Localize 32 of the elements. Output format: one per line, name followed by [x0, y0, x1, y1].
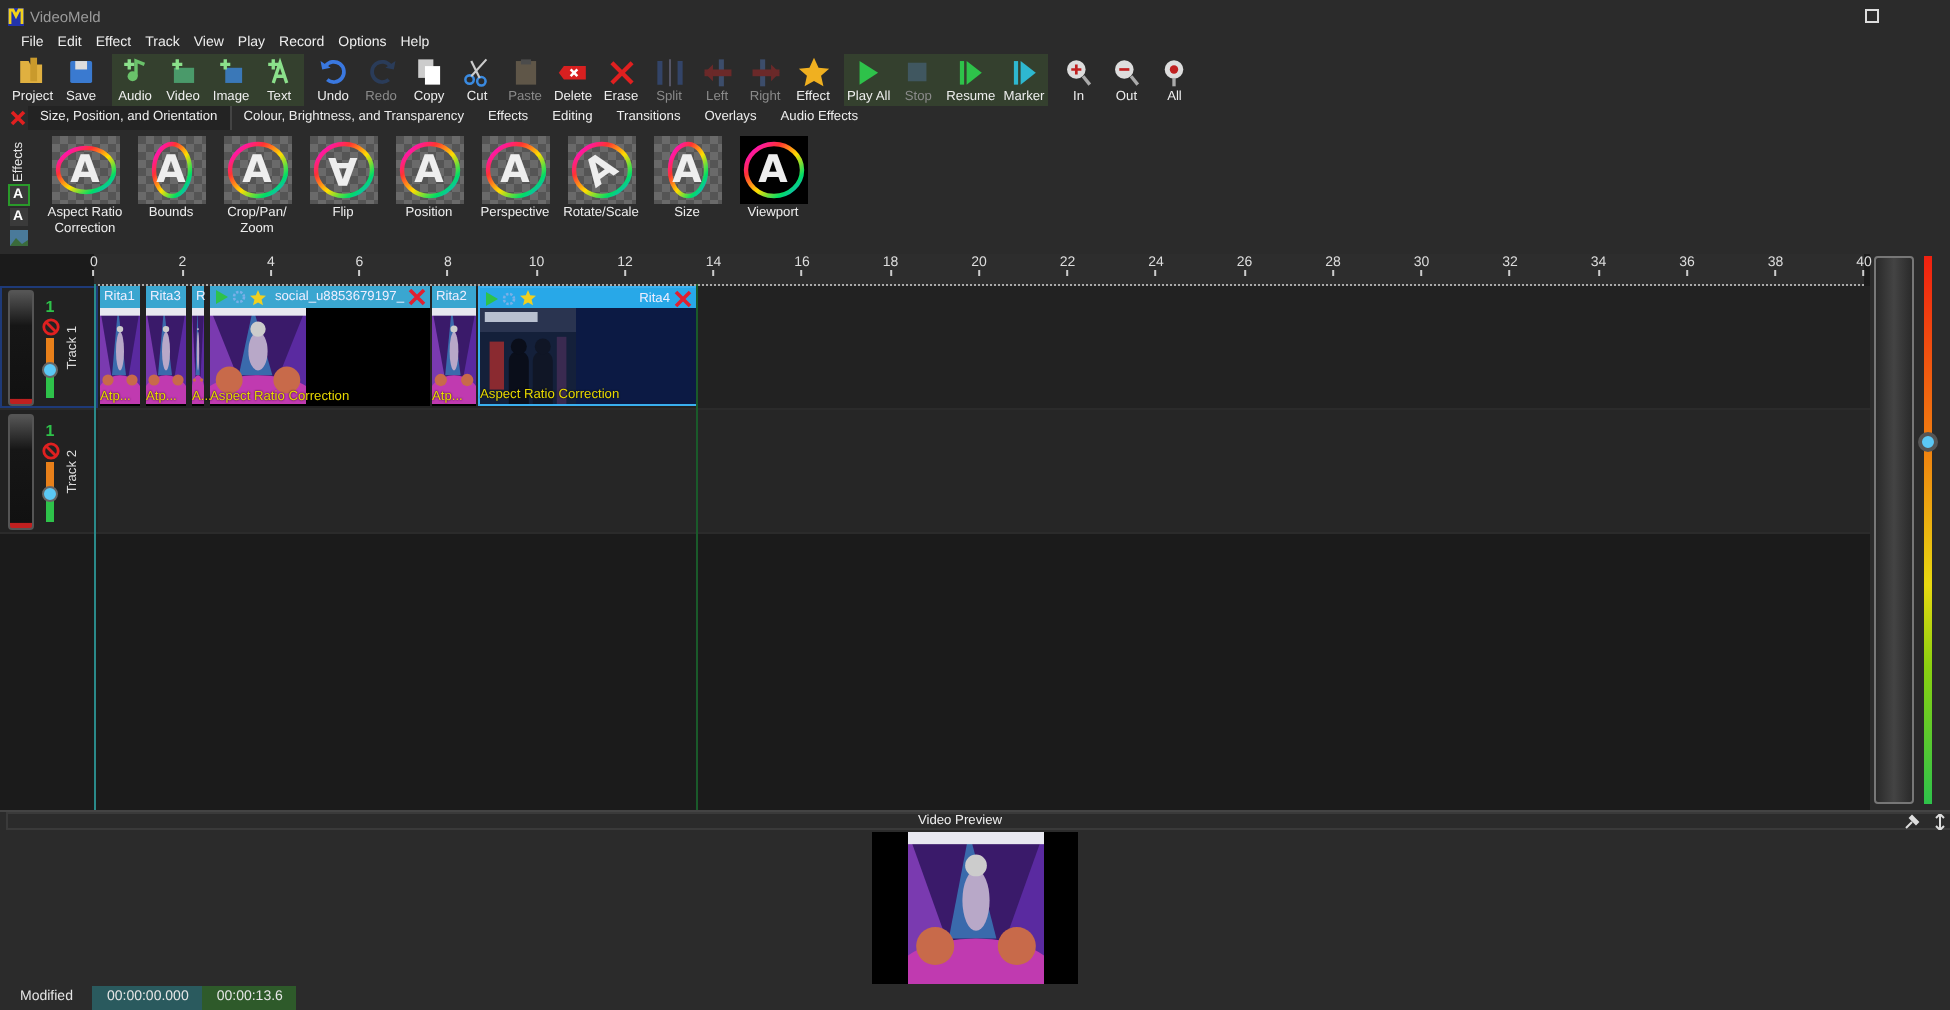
track-number: 1	[45, 421, 55, 439]
close-icon[interactable]	[674, 289, 692, 307]
volume-slider[interactable]	[46, 337, 54, 397]
pin-icon[interactable]	[1904, 813, 1920, 829]
mute-icon[interactable]	[41, 441, 59, 459]
star-icon[interactable]	[520, 290, 536, 306]
level-meter	[8, 413, 34, 529]
app-logo-icon	[8, 7, 24, 25]
volume-thumb[interactable]	[42, 362, 58, 378]
star-icon[interactable]	[250, 289, 266, 305]
track-number: 1	[45, 297, 55, 315]
scrollbar[interactable]	[1874, 256, 1914, 804]
close-icon[interactable]	[408, 288, 426, 306]
effect-thumbnail-icon: A	[223, 136, 291, 204]
effect-thumbnail-icon: A	[309, 136, 377, 204]
level-meter	[8, 289, 34, 405]
effect-thumbnail-icon: A	[481, 136, 549, 204]
resize-icon[interactable]	[1934, 813, 1946, 829]
effect-thumbnail-icon: A	[51, 136, 119, 204]
maximize-icon[interactable]	[1864, 8, 1880, 24]
effect-thumbnail-icon: A	[395, 136, 463, 204]
master-volume-slider[interactable]	[1924, 256, 1932, 804]
mute-icon[interactable]	[41, 317, 59, 335]
effect-thumbnail-icon: A	[567, 136, 635, 204]
slider-thumb[interactable]	[1918, 432, 1938, 453]
volume-thumb[interactable]	[42, 486, 58, 502]
image-icon[interactable]	[9, 230, 27, 246]
effect-thumbnail-icon: A	[653, 136, 721, 204]
effect-thumbnail-icon: A	[739, 136, 807, 204]
effect-thumbnail-icon: A	[137, 136, 205, 204]
volume-slider[interactable]	[46, 461, 54, 521]
close-icon[interactable]	[8, 108, 28, 128]
